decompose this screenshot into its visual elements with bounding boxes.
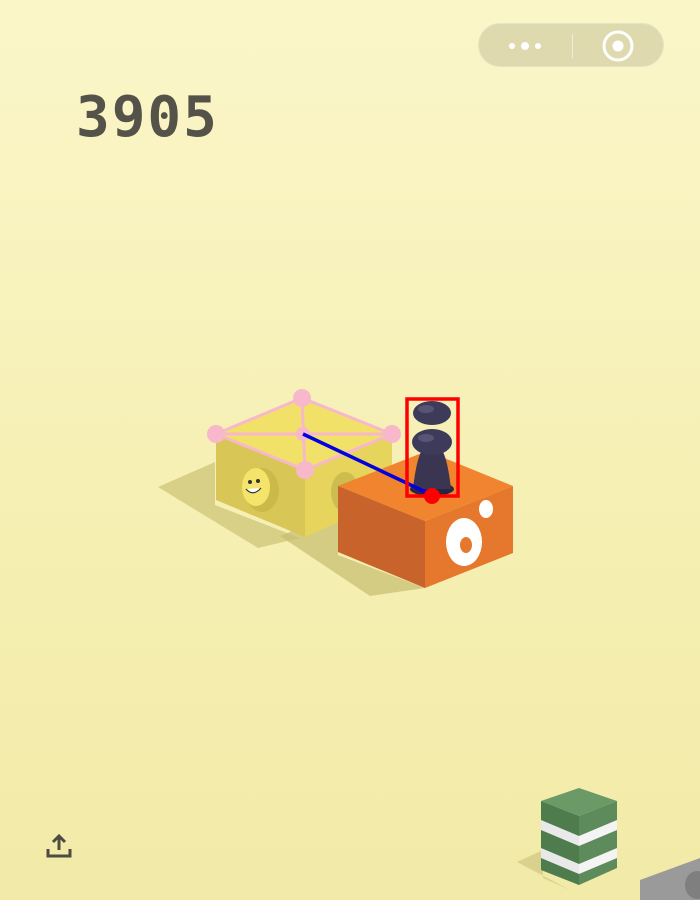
green-block bbox=[517, 788, 617, 890]
game-scene bbox=[158, 389, 700, 900]
player-base-marker bbox=[424, 488, 440, 504]
gray-block-partial bbox=[640, 858, 700, 900]
player-piece bbox=[410, 401, 454, 496]
share-upload-icon[interactable] bbox=[44, 832, 74, 862]
